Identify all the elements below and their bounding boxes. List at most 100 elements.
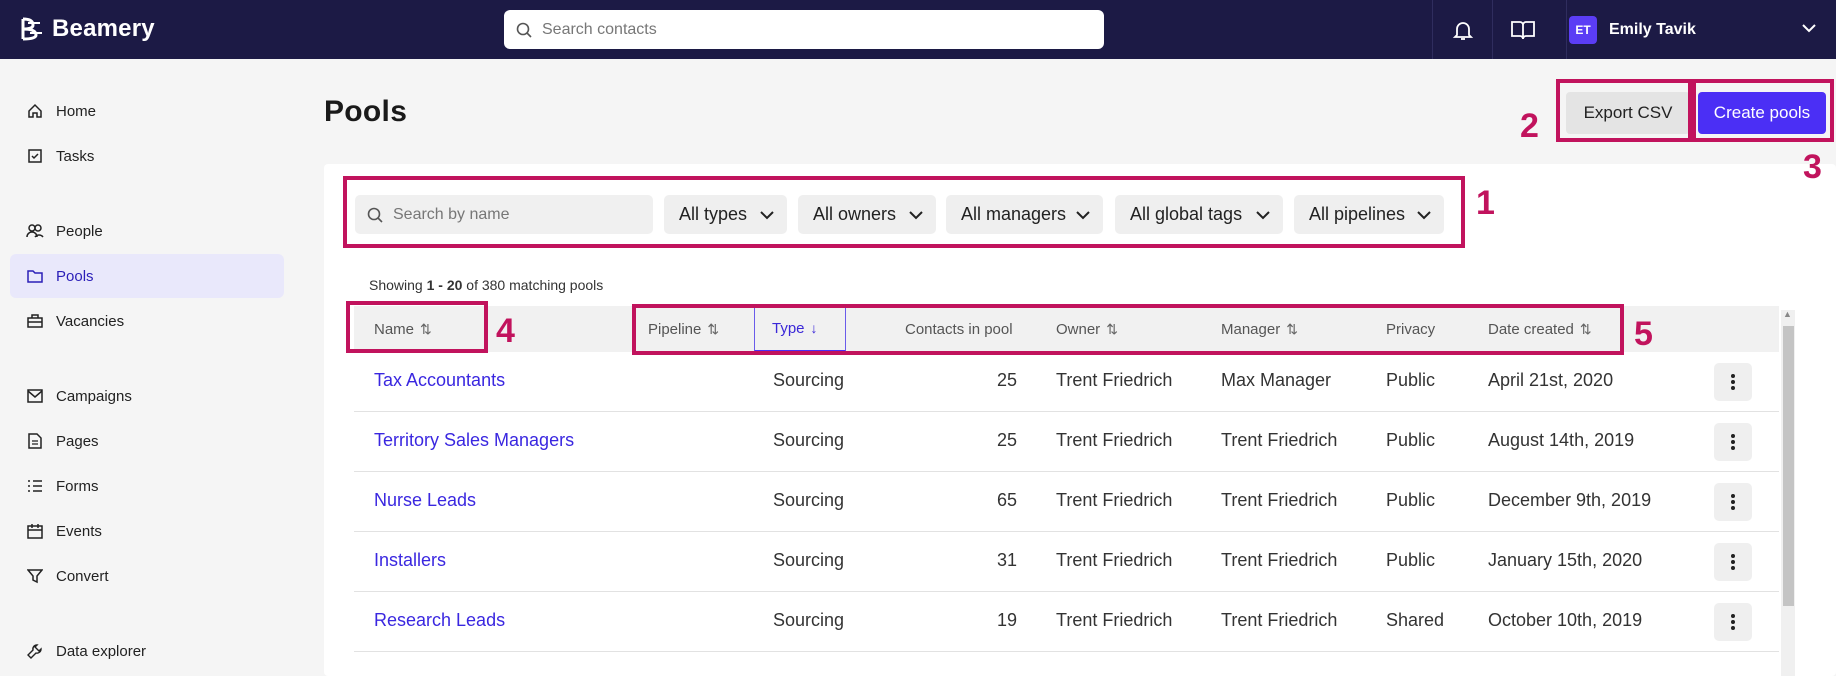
beamery-logo[interactable]: Beamery xyxy=(18,14,155,44)
sidebar-item-label: Vacancies xyxy=(56,312,125,330)
sidebar-item-home[interactable]: Home xyxy=(10,89,284,133)
pool-privacy: Public xyxy=(1386,370,1436,390)
beamery-logo-icon xyxy=(21,17,42,41)
pool-contacts-count: 19 xyxy=(996,610,1017,630)
kebab-menu-icon xyxy=(1731,554,1735,570)
kebab-menu-icon xyxy=(1731,614,1735,630)
pool-name-link[interactable]: Nurse Leads xyxy=(374,490,476,511)
pool-manager: Trent Friedrich xyxy=(1221,490,1338,510)
results-prefix: Showing xyxy=(369,277,427,293)
home-icon xyxy=(26,102,44,120)
sidebar-item-label: Forms xyxy=(56,477,99,495)
pool-manager: Max Manager xyxy=(1221,370,1332,390)
pool-privacy: Shared xyxy=(1386,610,1445,630)
sidebar-item-label: People xyxy=(56,222,103,240)
pool-owner: Trent Friedrich xyxy=(1056,490,1173,510)
pool-date-created: August 14th, 2019 xyxy=(1488,430,1635,450)
row-actions-button[interactable] xyxy=(1714,483,1752,521)
annotation-box-2 xyxy=(1556,79,1692,142)
pool-owner: Trent Friedrich xyxy=(1056,430,1173,450)
search-icon xyxy=(516,22,532,38)
pool-type: Sourcing xyxy=(773,550,845,570)
user-name: Emily Tavik xyxy=(1609,20,1696,38)
pool-date-created: December 9th, 2019 xyxy=(1488,490,1652,510)
sidebar-item-label: Pools xyxy=(56,267,94,285)
sidebar-item-people[interactable]: People xyxy=(10,209,284,253)
pool-privacy: Public xyxy=(1386,490,1436,510)
calendar-icon xyxy=(26,522,44,540)
pool-owner: Trent Friedrich xyxy=(1056,550,1173,570)
table-row: Tax Accountants Sourcing 25 Trent Friedr… xyxy=(354,352,1779,412)
table-scrollbar-thumb[interactable] xyxy=(1783,326,1794,606)
sidebar-item-data-explorer[interactable]: Data explorer xyxy=(10,629,284,673)
pool-contacts-count: 31 xyxy=(996,550,1017,570)
pool-contacts-count: 25 xyxy=(996,430,1017,450)
sidebar-item-label: Convert xyxy=(56,567,109,585)
kebab-menu-icon xyxy=(1731,374,1735,390)
results-range: 1 - 20 xyxy=(426,277,463,293)
sidebar-item-campaigns[interactable]: Campaigns xyxy=(10,374,284,418)
annotation-number-2: 2 xyxy=(1520,107,1539,145)
annotation-box-1 xyxy=(343,176,1465,248)
sidebar-item-convert[interactable]: Convert xyxy=(10,554,284,598)
briefcase-icon xyxy=(26,312,44,330)
row-actions-button[interactable] xyxy=(1714,363,1752,401)
user-menu[interactable]: ET Emily Tavik xyxy=(1566,0,1836,59)
row-actions-button[interactable] xyxy=(1714,423,1752,461)
sidebar-item-events[interactable]: Events xyxy=(10,509,284,553)
pool-name-link[interactable]: Territory Sales Managers xyxy=(374,430,574,451)
pool-date-created: January 15th, 2020 xyxy=(1488,550,1643,570)
sidebar-item-pages[interactable]: Pages xyxy=(10,419,284,463)
pool-owner: Trent Friedrich xyxy=(1056,610,1173,630)
table-row-partial xyxy=(354,652,1779,676)
table-row: Territory Sales Managers Sourcing 25 Tre… xyxy=(354,412,1779,472)
pool-owner: Trent Friedrich xyxy=(1056,370,1173,390)
help-docs-button[interactable] xyxy=(1492,0,1552,59)
chevron-down-icon[interactable] xyxy=(1800,19,1818,37)
table-row: Installers Sourcing 31 Trent Friedrich T… xyxy=(354,532,1779,592)
pool-type: Sourcing xyxy=(773,490,845,510)
sidebar-item-label: Home xyxy=(56,102,97,120)
sidebar-item-forms[interactable]: Forms xyxy=(10,464,284,508)
sidebar-item-pools[interactable]: Pools xyxy=(10,254,284,298)
table-row: Nurse Leads Sourcing 65 Trent Friedrich … xyxy=(354,472,1779,532)
pool-name-link[interactable]: Installers xyxy=(374,550,446,571)
page-icon xyxy=(26,432,44,450)
sidebar-item-tasks[interactable]: Tasks xyxy=(10,134,284,178)
folder-icon xyxy=(26,267,44,285)
pool-manager: Trent Friedrich xyxy=(1221,430,1338,450)
mail-icon xyxy=(26,387,44,405)
sidebar-item-label: Events xyxy=(56,522,102,540)
app-name: Beamery xyxy=(52,15,155,42)
sidebar-item-label: Data explorer xyxy=(56,642,147,660)
filter-icon xyxy=(26,567,44,585)
pool-name-link[interactable]: Research Leads xyxy=(374,610,505,631)
kebab-menu-icon xyxy=(1731,494,1735,510)
scroll-up-icon[interactable]: ▲ xyxy=(1783,309,1792,319)
annotation-box-5 xyxy=(632,304,1624,355)
annotation-number-3: 3 xyxy=(1803,148,1822,186)
notifications-button[interactable] xyxy=(1432,0,1492,59)
sidebar-item-vacancies[interactable]: Vacancies xyxy=(10,299,284,343)
contacts-search-box[interactable] xyxy=(504,10,1104,49)
sidebar-item-label: Tasks xyxy=(56,147,95,165)
annotation-box-4 xyxy=(346,301,488,353)
pool-contacts-count: 65 xyxy=(996,490,1017,510)
people-icon xyxy=(26,222,44,240)
pool-manager: Trent Friedrich xyxy=(1221,610,1338,630)
pool-name-link[interactable]: Tax Accountants xyxy=(374,370,505,391)
tasks-icon xyxy=(26,147,44,165)
bell-icon xyxy=(1452,21,1473,40)
row-actions-button[interactable] xyxy=(1714,543,1752,581)
pool-type: Sourcing xyxy=(773,610,845,630)
annotation-number-5: 5 xyxy=(1634,315,1653,353)
top-bar: Beamery ET Emily Tavik xyxy=(0,0,1836,59)
results-count: Showing 1 - 20 of 380 matching pools xyxy=(369,277,603,293)
contacts-search-input[interactable] xyxy=(542,20,1062,39)
annotation-box-3 xyxy=(1692,79,1834,142)
pool-date-created: October 10th, 2019 xyxy=(1488,610,1643,630)
row-actions-button[interactable] xyxy=(1714,603,1752,641)
annotation-number-1: 1 xyxy=(1476,184,1495,222)
sidebar-item-label: Campaigns xyxy=(56,387,132,405)
pool-contacts-count: 25 xyxy=(996,370,1017,390)
